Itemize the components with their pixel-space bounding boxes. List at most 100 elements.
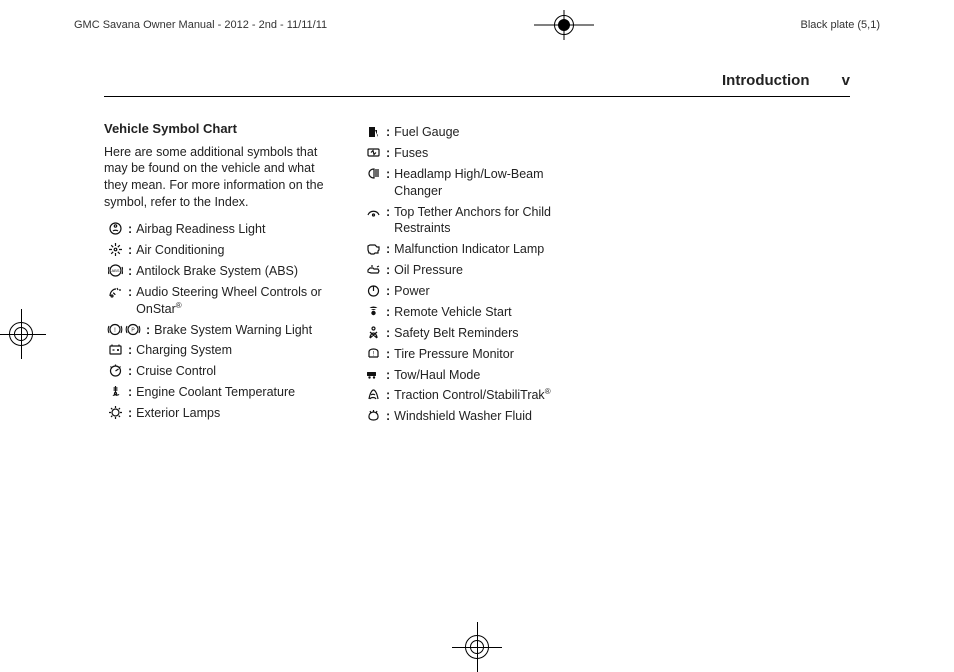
horizontal-rule: [104, 96, 850, 97]
symbol-label: Exterior Lamps: [136, 405, 334, 422]
symbol-entry: :Exterior Lamps: [104, 405, 334, 422]
remote-icon: [362, 304, 384, 319]
symbol-label: Fuel Gauge: [394, 124, 592, 141]
abs-icon: [104, 263, 126, 278]
symbol-label: Traction Control/StabiliTrak®: [394, 387, 592, 404]
running-head: Introduction v: [722, 72, 850, 89]
symbol-label: Top Tether Anchors for Child Restraints: [394, 204, 592, 238]
separator: :: [386, 241, 390, 258]
symbol-label: Oil Pressure: [394, 262, 592, 279]
separator: :: [386, 124, 390, 141]
symbol-entry: :Fuel Gauge: [362, 124, 592, 141]
separator: :: [146, 322, 150, 339]
symbol-label: Power: [394, 283, 592, 300]
lamp-icon: [104, 405, 126, 420]
separator: :: [128, 342, 132, 359]
intro-text: Here are some additional symbols that ma…: [104, 144, 334, 212]
symbol-entry: :Traction Control/StabiliTrak®: [362, 387, 592, 404]
symbol-entry: :Malfunction Indicator Lamp: [362, 241, 592, 258]
separator: :: [386, 262, 390, 279]
symbol-label: Audio Steering Wheel Controls or OnStar®: [136, 284, 334, 318]
separator: :: [128, 263, 132, 280]
symbol-entry: :Airbag Readiness Light: [104, 221, 334, 238]
symbol-entry: :Tire Pressure Monitor: [362, 346, 592, 363]
separator: :: [128, 221, 132, 238]
section-title: Introduction: [722, 72, 809, 89]
separator: :: [386, 367, 390, 384]
symbol-entry: :Remote Vehicle Start: [362, 304, 592, 321]
separator: :: [128, 284, 132, 301]
separator: :: [386, 166, 390, 183]
power-icon: [362, 283, 384, 298]
symbol-label: Air Conditioning: [136, 242, 334, 259]
separator: :: [386, 346, 390, 363]
symbol-label: Engine Coolant Temperature: [136, 384, 334, 401]
symbol-label: Antilock Brake System (ABS): [136, 263, 334, 280]
separator: :: [386, 387, 390, 404]
separator: :: [128, 384, 132, 401]
symbol-label: Windshield Washer Fluid: [394, 408, 592, 425]
symbol-entry: :Antilock Brake System (ABS): [104, 263, 334, 280]
symbol-entry: :Brake System Warning Light: [104, 322, 334, 339]
fuse-icon: [362, 145, 384, 160]
battery-icon: [104, 342, 126, 357]
separator: :: [386, 325, 390, 342]
symbol-entry: :Fuses: [362, 145, 592, 162]
column-2: :Fuel Gauge:Fuses:Headlamp High/Low-Beam…: [362, 120, 592, 429]
fuel-icon: [362, 124, 384, 139]
brake-warning-icon: [104, 322, 144, 337]
column-3: [620, 120, 850, 429]
symbol-entry: :Windshield Washer Fluid: [362, 408, 592, 425]
separator: :: [386, 204, 390, 221]
separator: :: [128, 242, 132, 259]
symbol-label: Remote Vehicle Start: [394, 304, 592, 321]
symbol-entry: :Top Tether Anchors for Child Restraints: [362, 204, 592, 238]
separator: :: [386, 304, 390, 321]
symbol-entry: :Air Conditioning: [104, 242, 334, 259]
headlamp-icon: [362, 166, 384, 181]
page-body: Vehicle Symbol Chart Here are some addit…: [104, 120, 850, 628]
print-header-left: GMC Savana Owner Manual - 2012 - 2nd - 1…: [74, 19, 327, 31]
traction-icon: [362, 387, 384, 402]
symbol-label: Cruise Control: [136, 363, 334, 380]
tpms-icon: [362, 346, 384, 361]
registration-mark-icon: [0, 309, 46, 359]
symbol-entry: :Cruise Control: [104, 363, 334, 380]
separator: :: [386, 408, 390, 425]
symbol-label: Malfunction Indicator Lamp: [394, 241, 592, 258]
print-header-right: Black plate (5,1): [801, 19, 880, 31]
separator: :: [386, 283, 390, 300]
registration-mark-icon: [452, 622, 502, 672]
symbol-entry: :Tow/Haul Mode: [362, 367, 592, 384]
page-number: v: [842, 72, 850, 89]
separator: :: [128, 405, 132, 422]
section-heading: Vehicle Symbol Chart: [104, 120, 334, 138]
symbol-entry: :Oil Pressure: [362, 262, 592, 279]
symbol-list-1: :Airbag Readiness Light:Air Conditioning…: [104, 221, 334, 422]
symbol-label: Tow/Haul Mode: [394, 367, 592, 384]
separator: :: [128, 363, 132, 380]
symbol-label: Tire Pressure Monitor: [394, 346, 592, 363]
symbol-list-2: :Fuel Gauge:Fuses:Headlamp High/Low-Beam…: [362, 124, 592, 425]
symbol-label: Brake System Warning Light: [154, 322, 334, 339]
symbol-label: Charging System: [136, 342, 334, 359]
symbol-entry: :Safety Belt Reminders: [362, 325, 592, 342]
print-header: GMC Savana Owner Manual - 2012 - 2nd - 1…: [74, 14, 880, 36]
seatbelt-icon: [362, 325, 384, 340]
ac-icon: [104, 242, 126, 257]
towhaul-icon: [362, 367, 384, 382]
coolant-icon: [104, 384, 126, 399]
airbag-icon: [104, 221, 126, 236]
symbol-label: Safety Belt Reminders: [394, 325, 592, 342]
washer-icon: [362, 408, 384, 423]
tether-icon: [362, 204, 384, 219]
audio-wheel-icon: [104, 284, 126, 299]
oil-icon: [362, 262, 384, 277]
symbol-label: Headlamp High/Low-Beam Changer: [394, 166, 592, 200]
symbol-entry: :Engine Coolant Temperature: [104, 384, 334, 401]
cruise-icon: [104, 363, 126, 378]
mil-icon: [362, 241, 384, 256]
column-1: Vehicle Symbol Chart Here are some addit…: [104, 120, 334, 429]
symbol-entry: :Audio Steering Wheel Controls or OnStar…: [104, 284, 334, 318]
symbol-entry: :Power: [362, 283, 592, 300]
